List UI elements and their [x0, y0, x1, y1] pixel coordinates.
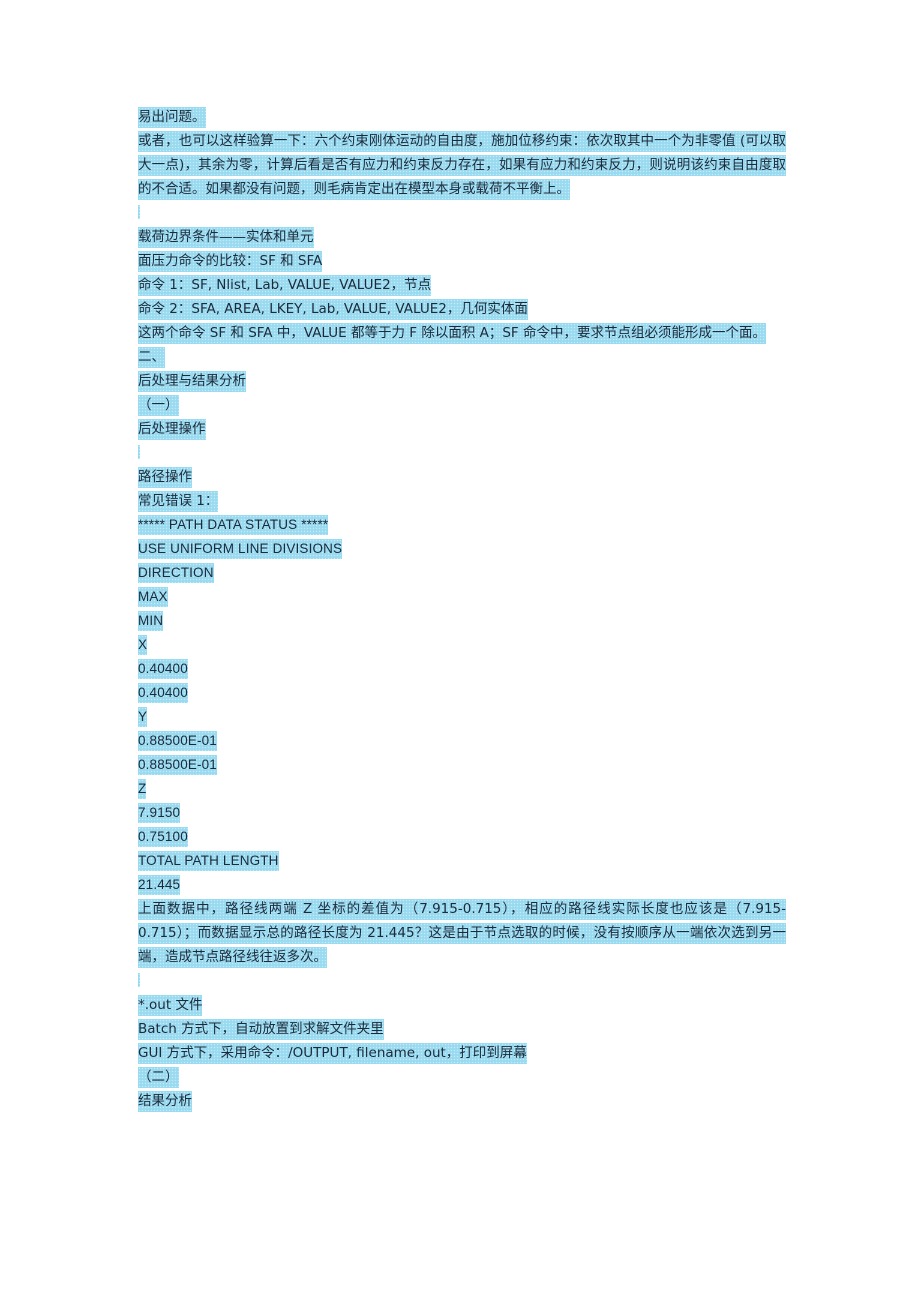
selected-text: 常见错误 1：: [138, 491, 219, 512]
selected-text: DIRECTION: [138, 563, 214, 583]
document-line: ***** PATH DATA STATUS *****: [138, 513, 786, 537]
selected-text: Batch 方式下，自动放置到求解文件夹里: [138, 1019, 384, 1040]
document-line: MIN: [138, 609, 786, 633]
selected-text: 路径操作: [138, 467, 192, 488]
document-line: 0.88500E-01: [138, 753, 786, 777]
selected-text: Z: [138, 779, 147, 799]
selected-text: 21.445: [138, 875, 181, 895]
selected-text: 7.9150: [138, 803, 181, 823]
document-line: 上面数据中，路径线两端 Z 坐标的差值为（7.915-0.715），相应的路径线…: [138, 897, 786, 969]
document-line: 结果分析: [138, 1089, 786, 1113]
selected-text: 命令 2：SFA, AREA, LKEY, Lab, VALUE, VALUE2…: [138, 299, 528, 320]
selected-text: TOTAL PATH LENGTH: [138, 851, 279, 871]
document-line: （一）: [138, 393, 786, 417]
document-line: 7.9150: [138, 801, 786, 825]
selected-text: [138, 205, 140, 219]
selected-text: 二、: [138, 347, 165, 368]
selected-text: USE UNIFORM LINE DIVISIONS: [138, 539, 343, 559]
selected-text: 这两个命令 SF 和 SFA 中，VALUE 都等于力 F 除以面积 A；SF …: [138, 323, 766, 344]
selected-text: （一）: [138, 395, 179, 416]
selected-text: ***** PATH DATA STATUS *****: [138, 515, 329, 535]
selected-text: X: [138, 635, 148, 655]
selected-text: 载荷边界条件——实体和单元: [138, 227, 314, 248]
document-line: 0.40400: [138, 681, 786, 705]
selected-text: 面压力命令的比较：SF 和 SFA: [138, 251, 323, 272]
selected-text: 0.75100: [138, 827, 188, 847]
selected-text: 0.88500E-01: [138, 731, 217, 751]
document-body: 易出问题。或者，也可以这样验算一下：六个约束刚体运动的自由度，施加位移约束：依次…: [138, 105, 786, 1113]
selected-text: [138, 445, 140, 459]
selected-text: [138, 973, 140, 987]
empty-caret-line: [138, 969, 786, 993]
document-line: Z: [138, 777, 786, 801]
document-line: 0.88500E-01: [138, 729, 786, 753]
document-line: 命令 1：SF, Nlist, Lab, VALUE, VALUE2，节点: [138, 273, 786, 297]
document-line: 二、: [138, 345, 786, 369]
selected-text: 0.40400: [138, 683, 188, 703]
selected-text: 或者，也可以这样验算一下：六个约束刚体运动的自由度，施加位移约束：依次取其中一个…: [138, 131, 786, 200]
selected-text: MAX: [138, 587, 168, 607]
document-line: *.out 文件: [138, 993, 786, 1017]
document-line: 面压力命令的比较：SF 和 SFA: [138, 249, 786, 273]
document-line: Batch 方式下，自动放置到求解文件夹里: [138, 1017, 786, 1041]
selected-text: GUI 方式下，采用命令：/OUTPUT, filename, out，打印到屏…: [138, 1043, 527, 1064]
selected-text: 上面数据中，路径线两端 Z 坐标的差值为（7.915-0.715），相应的路径线…: [138, 899, 786, 968]
empty-caret-line: [138, 441, 786, 465]
document-line: 21.445: [138, 873, 786, 897]
document-line: 后处理操作: [138, 417, 786, 441]
selected-text: Y: [138, 707, 148, 727]
document-line: Y: [138, 705, 786, 729]
document-line: USE UNIFORM LINE DIVISIONS: [138, 537, 786, 561]
document-line: GUI 方式下，采用命令：/OUTPUT, filename, out，打印到屏…: [138, 1041, 786, 1065]
selected-text: （二）: [138, 1067, 179, 1088]
document-line: 易出问题。: [138, 105, 786, 129]
document-line: 常见错误 1：: [138, 489, 786, 513]
document-line: 0.75100: [138, 825, 786, 849]
selected-text: MIN: [138, 611, 164, 631]
document-line: 路径操作: [138, 465, 786, 489]
empty-caret-line: [138, 201, 786, 225]
selected-text: 0.40400: [138, 659, 188, 679]
document-line: X: [138, 633, 786, 657]
document-line: （二）: [138, 1065, 786, 1089]
selected-text: *.out 文件: [138, 995, 203, 1016]
selected-text: 易出问题。: [138, 107, 206, 128]
document-line: 0.40400: [138, 657, 786, 681]
document-line: TOTAL PATH LENGTH: [138, 849, 786, 873]
selected-text: 命令 1：SF, Nlist, Lab, VALUE, VALUE2，节点: [138, 275, 432, 296]
document-line: DIRECTION: [138, 561, 786, 585]
selected-text: 后处理与结果分析: [138, 371, 246, 392]
selected-text: 0.88500E-01: [138, 755, 217, 775]
document-line: 载荷边界条件——实体和单元: [138, 225, 786, 249]
document-line: 后处理与结果分析: [138, 369, 786, 393]
selected-text: 后处理操作: [138, 419, 206, 440]
document-line: MAX: [138, 585, 786, 609]
document-line: 这两个命令 SF 和 SFA 中，VALUE 都等于力 F 除以面积 A；SF …: [138, 321, 786, 345]
document-line: 或者，也可以这样验算一下：六个约束刚体运动的自由度，施加位移约束：依次取其中一个…: [138, 129, 786, 201]
selected-text: 结果分析: [138, 1091, 192, 1112]
document-line: 命令 2：SFA, AREA, LKEY, Lab, VALUE, VALUE2…: [138, 297, 786, 321]
